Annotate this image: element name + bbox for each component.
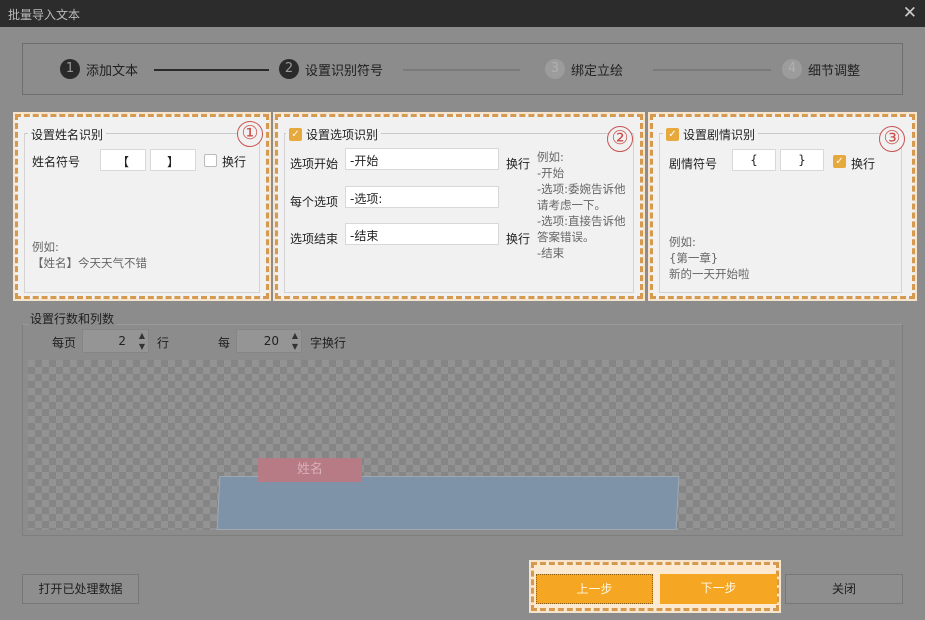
group-title: ✓ 设置剧情识别 bbox=[663, 126, 759, 143]
step-connector bbox=[154, 69, 269, 71]
step-connector bbox=[653, 69, 771, 71]
name-close-symbol-input[interactable]: 】 bbox=[150, 149, 196, 171]
option-each-input[interactable]: -选项: bbox=[345, 186, 499, 208]
name-open-symbol-input[interactable]: 【 bbox=[100, 149, 146, 171]
example-text: 例如: {第一章} 新的一天开始啦 bbox=[669, 235, 750, 281]
plot-recognition-panel: ✓ 设置剧情识别 ③ 剧情符号 { } ✓ 换行 例如: {第一章} 新的一天开始… bbox=[648, 112, 917, 301]
step-label: 设置识别符号 bbox=[305, 63, 384, 79]
title-bar: 批量导入文本 ✕ bbox=[0, 0, 925, 27]
close-icon[interactable]: ✕ bbox=[903, 3, 917, 23]
chars-unit: 字换行 bbox=[310, 336, 347, 350]
stepper-arrows-icon[interactable]: ▲ ▼ bbox=[139, 330, 145, 352]
chars-per-line-stepper[interactable]: 20 ▲ ▼ bbox=[236, 329, 302, 353]
step-indicator: 1 添加文本 2 设置识别符号 3 绑定立绘 4 细节调整 bbox=[22, 43, 903, 95]
step-number: 3 bbox=[545, 59, 565, 79]
plot-newline-checkbox[interactable]: ✓ bbox=[833, 155, 846, 168]
newline-label: 换行 bbox=[851, 157, 876, 171]
group-title: ✓ 设置选项识别 bbox=[286, 126, 382, 143]
step-number: 1 bbox=[60, 59, 80, 79]
open-processed-data-button[interactable]: 打开已处理数据 bbox=[22, 574, 139, 604]
option-start-label: 选项开始 bbox=[290, 157, 339, 171]
option-enable-checkbox[interactable]: ✓ bbox=[289, 128, 302, 141]
plot-symbol-label: 剧情符号 bbox=[669, 157, 718, 171]
preview-canvas: 姓名 bbox=[28, 360, 895, 530]
step-number: 2 bbox=[279, 59, 299, 79]
group-title: 设置姓名识别 bbox=[28, 126, 107, 143]
plot-close-symbol-input[interactable]: } bbox=[780, 149, 824, 171]
step-label: 细节调整 bbox=[808, 63, 861, 79]
option-start-newline: 换行 bbox=[506, 157, 531, 171]
step-number: 4 bbox=[782, 59, 802, 79]
badge-3: ③ bbox=[879, 126, 905, 152]
name-symbol-label: 姓名符号 bbox=[32, 155, 81, 169]
next-step-button[interactable]: 下一步 bbox=[660, 574, 777, 604]
option-end-label: 选项结束 bbox=[290, 232, 339, 246]
plot-open-symbol-input[interactable]: { bbox=[732, 149, 776, 171]
rows-unit: 行 bbox=[157, 336, 170, 350]
option-each-label: 每个选项 bbox=[290, 195, 339, 209]
step-connector bbox=[403, 69, 520, 71]
badge-1: ① bbox=[237, 121, 263, 147]
rows-title: 设置行数和列数 bbox=[28, 310, 117, 327]
step-3: 3 绑定立绘 bbox=[545, 59, 623, 79]
example-text: 例如: -开始 -选项:委婉告诉他 请考虑一下。 -选项:直接告诉他 答案错误。… bbox=[537, 150, 626, 260]
step-1: 1 添加文本 bbox=[60, 59, 138, 79]
rows-per-page-stepper[interactable]: 2 ▲ ▼ bbox=[82, 329, 149, 353]
dialog-box-image bbox=[216, 476, 680, 530]
option-start-input[interactable]: -开始 bbox=[345, 148, 499, 170]
window-title: 批量导入文本 bbox=[8, 8, 81, 22]
plot-enable-checkbox[interactable]: ✓ bbox=[666, 128, 679, 141]
step-label: 绑定立绘 bbox=[571, 63, 624, 79]
step-label: 添加文本 bbox=[86, 63, 139, 79]
step-2: 2 设置识别符号 bbox=[279, 59, 383, 79]
name-newline-checkbox[interactable] bbox=[204, 154, 217, 167]
per-label: 每 bbox=[218, 336, 231, 350]
option-end-newline: 换行 bbox=[506, 232, 531, 246]
stepper-arrows-icon[interactable]: ▲ ▼ bbox=[292, 330, 298, 352]
option-recognition-panel: ✓ 设置选项识别 ② 选项开始 -开始 换行 每个选项 -选项: 选项结束 -结束… bbox=[273, 112, 645, 301]
step-4: 4 细节调整 bbox=[782, 59, 860, 79]
previous-step-button[interactable]: 上一步 bbox=[536, 574, 653, 604]
per-page-label: 每页 bbox=[52, 336, 77, 350]
option-end-input[interactable]: -结束 bbox=[345, 223, 499, 245]
name-recognition-panel: 设置姓名识别 ① 姓名符号 【 】 换行 例如: 【姓名】今天天气不错 bbox=[13, 112, 271, 301]
name-tag: 姓名 bbox=[258, 458, 362, 482]
newline-label: 换行 bbox=[222, 155, 247, 169]
example-text: 例如: 【姓名】今天天气不错 bbox=[32, 240, 147, 270]
close-button[interactable]: 关闭 bbox=[785, 574, 903, 604]
